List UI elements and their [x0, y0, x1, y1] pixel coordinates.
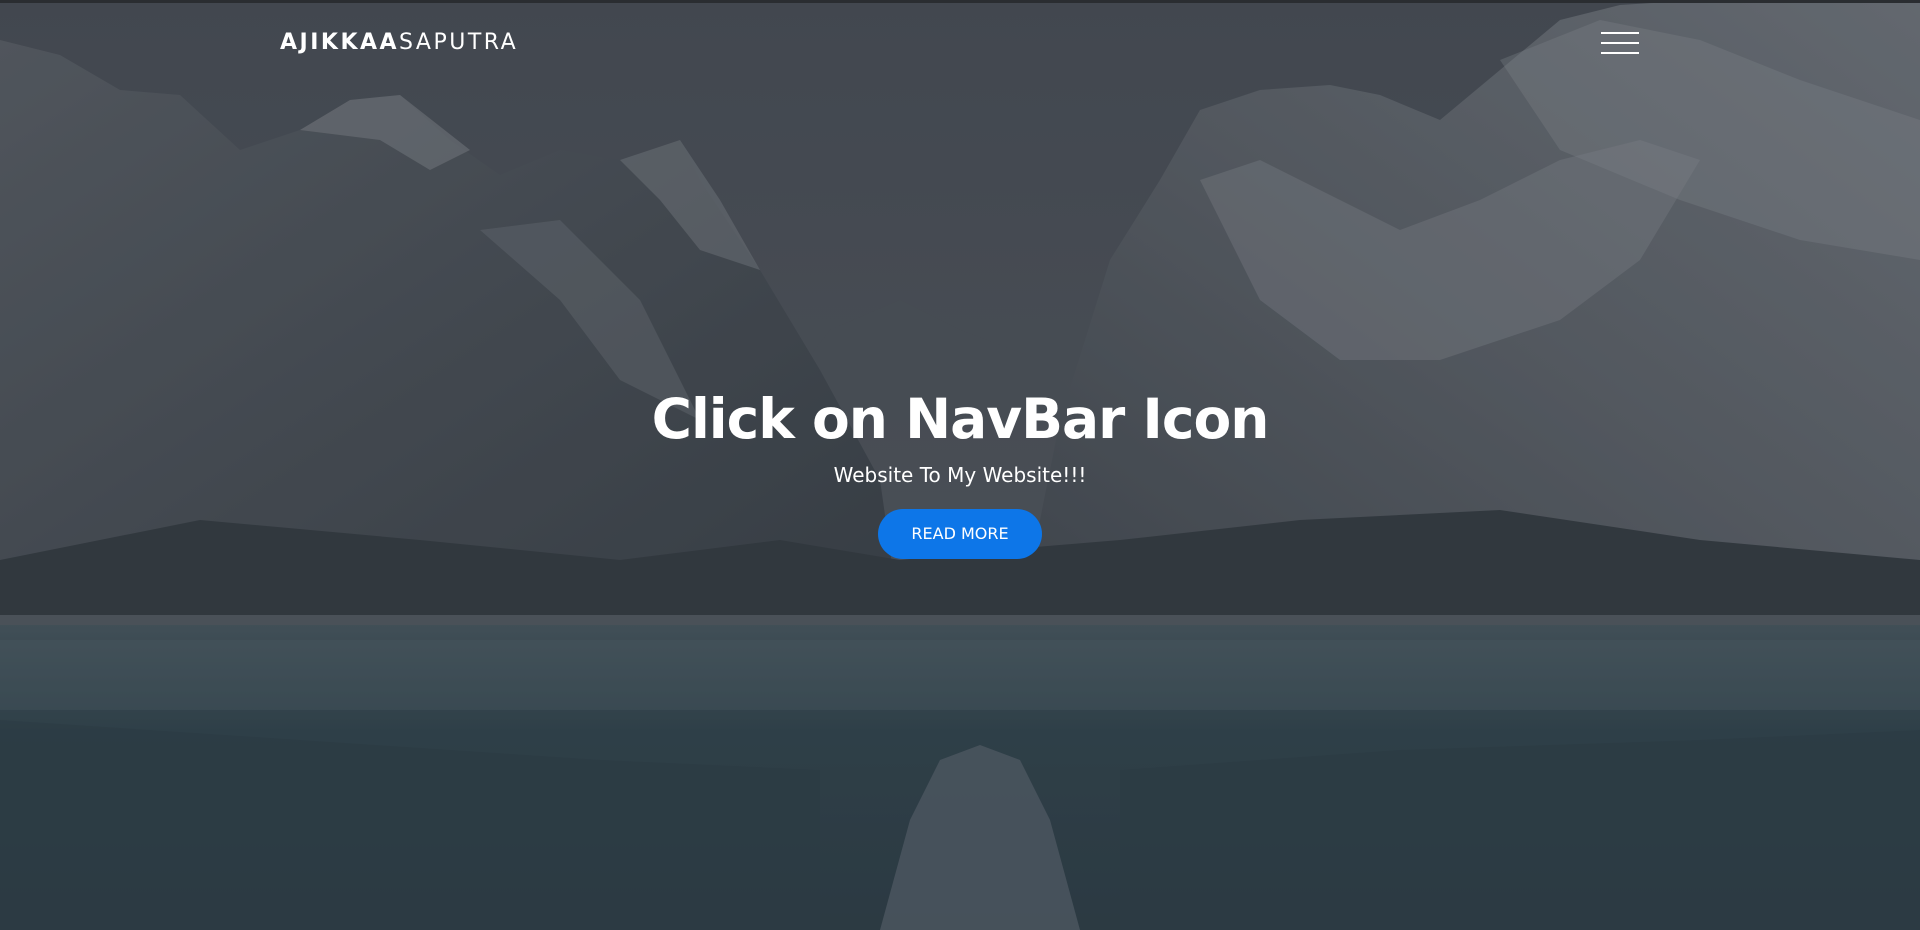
- logo-bold-text: AJIKKAA: [280, 30, 400, 55]
- site-header: AJIKKAASAPUTRA: [0, 0, 1920, 86]
- hero-content: Click on NavBar Icon Website To My Websi…: [0, 385, 1920, 559]
- logo-light-text: SAPUTRA: [399, 30, 519, 55]
- read-more-button[interactable]: READ MORE: [878, 509, 1042, 559]
- site-logo[interactable]: AJIKKAASAPUTRA: [280, 30, 518, 56]
- hero-title: Click on NavBar Icon: [651, 387, 1270, 451]
- menu-bar-middle: [1601, 42, 1639, 44]
- menu-bar-top: [1601, 32, 1639, 34]
- hero-subtitle: Website To My Website!!!: [833, 463, 1087, 487]
- hamburger-menu-icon[interactable]: [1601, 30, 1641, 58]
- hero-page: AJIKKAASAPUTRA Click on NavBar Icon Webs…: [0, 0, 1920, 930]
- menu-bar-bottom: [1601, 52, 1639, 54]
